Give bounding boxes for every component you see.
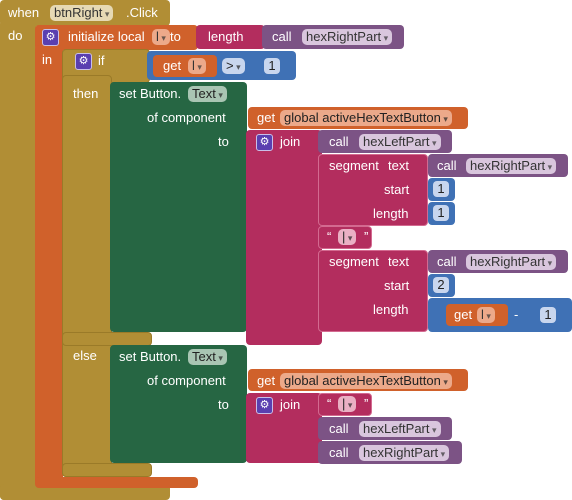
number-value[interactable]: 1 (264, 58, 280, 74)
procedure-dropdown[interactable]: hexRightPart (302, 29, 393, 45)
quote-close: ” (364, 396, 369, 411)
operator-dropdown[interactable]: > (222, 58, 245, 74)
get-label: get (454, 307, 473, 322)
var-dropdown[interactable]: l (188, 58, 206, 74)
if-block-body (62, 75, 112, 477)
minus-operator: - (514, 307, 519, 322)
string-value[interactable]: | (338, 396, 357, 412)
segment-label: segment (329, 254, 379, 269)
join-label: join (280, 397, 301, 412)
quote-open: “ (327, 229, 332, 244)
in-label: in (42, 52, 53, 67)
get-label: get (163, 58, 182, 73)
call-label: call (329, 445, 349, 460)
global-var-dropdown[interactable]: global activeHexTextButton (280, 373, 452, 389)
procedure-dropdown[interactable]: hexLeftPart (359, 421, 441, 437)
event-block-body (0, 20, 36, 500)
mutator-gear-icon[interactable]: ⚙ (256, 397, 273, 414)
quote-open: “ (327, 396, 332, 411)
init-label: initialize local (68, 29, 145, 44)
mutator-gear-icon[interactable]: ⚙ (256, 134, 273, 151)
text-label: text (388, 254, 409, 269)
local-var-name[interactable]: l (152, 29, 170, 45)
join-block[interactable] (246, 130, 322, 345)
call-label: call (437, 158, 457, 173)
call-label: call (329, 134, 349, 149)
if-block-bottom (62, 463, 152, 477)
mutator-gear-icon[interactable]: ⚙ (42, 29, 59, 46)
property-dropdown[interactable]: Text (188, 349, 227, 365)
else-label: else (73, 348, 97, 363)
call-label: call (437, 254, 457, 269)
set-label: set Button. (119, 349, 182, 364)
mutator-gear-icon[interactable]: ⚙ (75, 53, 92, 70)
get-label: get (257, 110, 276, 125)
start-label: start (384, 182, 410, 197)
segment-label: segment (329, 158, 379, 173)
text-label: text (388, 158, 409, 173)
start-label: start (384, 278, 410, 293)
procedure-dropdown[interactable]: hexRightPart (466, 158, 557, 174)
to-label: to (218, 397, 229, 412)
of-component-label: of component (147, 110, 226, 125)
number-value[interactable]: 1 (433, 205, 449, 221)
join-label: join (280, 134, 301, 149)
length-label: length (208, 29, 244, 44)
get-label: get (257, 373, 276, 388)
quote-close: ” (364, 229, 369, 244)
length-label: length (373, 302, 409, 317)
set-label: set Button. (119, 86, 182, 101)
property-dropdown[interactable]: Text (188, 86, 227, 102)
component-dropdown[interactable]: btnRight (50, 5, 114, 21)
procedure-dropdown[interactable]: hexRightPart (466, 254, 557, 270)
procedure-dropdown[interactable]: hexRightPart (359, 445, 450, 461)
call-label: call (272, 29, 292, 44)
initialize-local-body (35, 45, 63, 485)
to-label: to (170, 29, 181, 44)
of-component-label: of component (147, 373, 226, 388)
number-value[interactable]: 1 (433, 181, 449, 197)
then-label: then (73, 86, 99, 101)
number-value[interactable]: 1 (540, 307, 556, 323)
global-var-dropdown[interactable]: global activeHexTextButton (280, 110, 452, 126)
call-label: call (329, 421, 349, 436)
if-else-divider (62, 332, 152, 346)
string-value[interactable]: | (338, 229, 357, 245)
number-value[interactable]: 2 (433, 277, 449, 293)
procedure-dropdown[interactable]: hexLeftPart (359, 134, 441, 150)
event-name: .Click (126, 5, 158, 20)
if-label: if (98, 53, 105, 68)
initialize-local-bottom (35, 477, 198, 488)
var-dropdown[interactable]: l (477, 307, 495, 323)
length-label: length (373, 206, 409, 221)
to-label: to (218, 134, 229, 149)
do-label: do (8, 28, 23, 43)
when-label: when (8, 5, 40, 20)
